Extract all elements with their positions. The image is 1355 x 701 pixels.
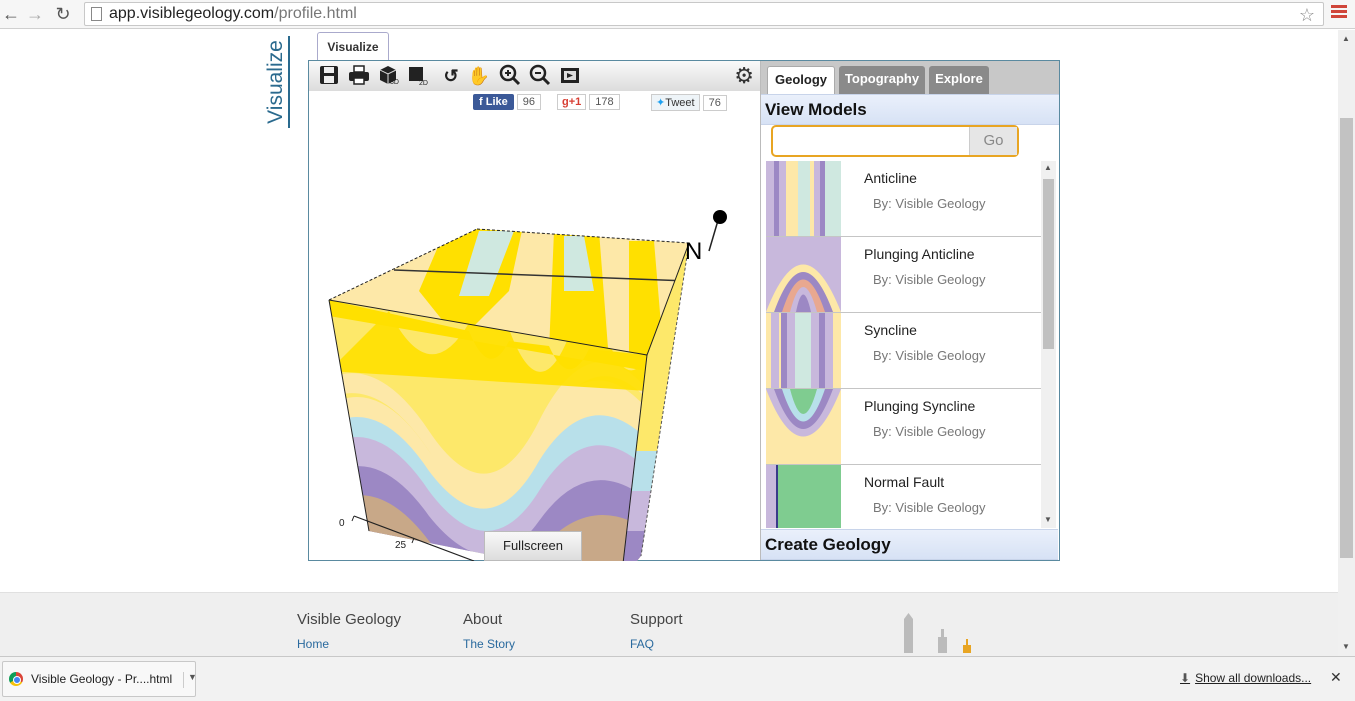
syncline-thumbnail bbox=[766, 313, 841, 388]
scale-tick-25: 25 bbox=[395, 540, 407, 551]
footer-decoration bbox=[904, 613, 971, 653]
visualize-side-tab[interactable]: Visualize bbox=[260, 36, 290, 128]
reload-icon[interactable]: ↻ bbox=[52, 3, 74, 25]
page-scrollbar-thumb[interactable] bbox=[1340, 118, 1353, 558]
plunging-anticline-thumbnail bbox=[766, 237, 841, 312]
list-item[interactable]: Plunging Syncline By: Visible Geology bbox=[766, 389, 1041, 465]
footer-heading: Visible Geology bbox=[297, 611, 401, 628]
model-author: By: Visible Geology bbox=[873, 348, 986, 363]
north-arrow-ball bbox=[713, 210, 727, 224]
3d-label: 3D bbox=[390, 79, 399, 86]
tab-explore[interactable]: Explore bbox=[929, 66, 989, 94]
model-viewer: 3D 2D ↺ ✋ ⚙ f Like96 g+1178 ✦Tweet76 bbox=[308, 60, 1060, 582]
panel-tabs: Geology Topography Explore bbox=[761, 61, 1059, 94]
footer-link-story[interactable]: The Story bbox=[463, 637, 515, 651]
rotate-icon[interactable]: ↺ bbox=[439, 64, 463, 88]
url-path: /profile.html bbox=[274, 5, 357, 22]
page-content: Visualize Visualize 3D 2D ↺ ✋ ⚙ f Like 9… bbox=[0, 30, 1338, 656]
model-search-input[interactable] bbox=[775, 129, 969, 153]
browser-menu-icon[interactable] bbox=[1331, 5, 1347, 21]
list-item[interactable]: Syncline By: Visible Geology bbox=[766, 313, 1041, 389]
model-name: Anticline bbox=[864, 170, 917, 186]
download-item[interactable]: Visible Geology - Pr....html ▼ bbox=[2, 661, 197, 697]
scale-tick-0: 0 bbox=[339, 518, 345, 529]
page-icon bbox=[91, 7, 102, 21]
model-author: By: Visible Geology bbox=[873, 196, 986, 211]
close-icon[interactable]: ✕ bbox=[1330, 669, 1342, 686]
model-author: By: Visible Geology bbox=[873, 500, 986, 515]
view-models-heading[interactable]: View Models bbox=[761, 94, 1059, 125]
page-scrollbar[interactable]: ▲ ▼ bbox=[1338, 30, 1355, 656]
chevron-down-icon[interactable]: ▼ bbox=[183, 672, 197, 688]
models-panel: Geology Topography Explore View Models G… bbox=[760, 61, 1059, 560]
scrollbar-thumb[interactable] bbox=[1043, 179, 1054, 349]
page-scroll-down-icon[interactable]: ▼ bbox=[1342, 642, 1350, 651]
model-name: Plunging Anticline bbox=[864, 246, 975, 262]
model-list-scrollbar[interactable]: ▲ ▼ bbox=[1041, 161, 1056, 528]
fullscreen-button[interactable]: Fullscreen bbox=[484, 531, 582, 561]
north-label: N bbox=[685, 238, 702, 265]
zoom-in-icon[interactable] bbox=[498, 64, 522, 88]
show-all-downloads-label: Show all downloads... bbox=[1195, 671, 1312, 685]
pan-hand-icon[interactable]: ✋ bbox=[467, 64, 491, 88]
zoom-out-icon[interactable] bbox=[528, 64, 552, 88]
normal-fault-thumbnail bbox=[766, 465, 841, 528]
chrome-icon bbox=[9, 672, 23, 686]
bookmark-star-icon[interactable]: ☆ bbox=[1299, 4, 1315, 26]
2d-view-icon[interactable]: 2D bbox=[407, 64, 431, 88]
visualize-side-tab-label: Visualize bbox=[264, 40, 287, 124]
show-all-downloads-link[interactable]: ⬇ Show all downloads... bbox=[1180, 671, 1311, 685]
model-author: By: Visible Geology bbox=[873, 424, 986, 439]
url-host: app.visiblegeology.com bbox=[109, 5, 275, 22]
browser-toolbar: ← → ↻ app.visiblegeology.com/profile.htm… bbox=[0, 0, 1355, 29]
download-file-name: Visible Geology - Pr....html bbox=[31, 672, 173, 686]
print-icon[interactable] bbox=[347, 64, 371, 88]
tab-visualize[interactable]: Visualize bbox=[317, 32, 389, 62]
list-item[interactable]: Anticline By: Visible Geology bbox=[766, 161, 1041, 237]
footer-column: About The Story bbox=[463, 611, 515, 651]
footer-column: Visible Geology Home bbox=[297, 611, 401, 651]
tab-topography[interactable]: Topography bbox=[839, 66, 925, 94]
settings-gear-icon[interactable]: ⚙ bbox=[734, 63, 754, 89]
2d-label: 2D bbox=[419, 80, 428, 86]
save-icon[interactable] bbox=[317, 64, 341, 88]
tab-geology[interactable]: Geology bbox=[767, 66, 835, 94]
create-geology-heading[interactable]: Create Geology bbox=[761, 529, 1058, 560]
footer-column: Support FAQ bbox=[630, 611, 683, 651]
forward-icon[interactable]: → bbox=[24, 3, 46, 25]
screenshot-icon[interactable] bbox=[558, 64, 582, 88]
model-name: Normal Fault bbox=[864, 474, 945, 490]
scroll-up-icon[interactable]: ▲ bbox=[1044, 163, 1052, 172]
downloads-bar: Visible Geology - Pr....html ▼ ⬇ Show all… bbox=[0, 656, 1355, 701]
model-name: Syncline bbox=[864, 322, 917, 338]
plunging-syncline-thumbnail bbox=[766, 389, 841, 464]
address-bar[interactable]: app.visiblegeology.com/profile.html ☆ bbox=[84, 2, 1324, 26]
list-item[interactable]: Plunging Anticline By: Visible Geology bbox=[766, 237, 1041, 313]
model-author: By: Visible Geology bbox=[873, 272, 986, 287]
scroll-down-icon[interactable]: ▼ bbox=[1044, 515, 1052, 524]
model-search: Go bbox=[771, 125, 1019, 157]
back-icon[interactable]: ← bbox=[0, 3, 22, 25]
model-name: Plunging Syncline bbox=[864, 398, 976, 414]
footer-link-faq[interactable]: FAQ bbox=[630, 637, 683, 651]
go-button[interactable]: Go bbox=[969, 127, 1017, 155]
viewer-toolbar: 3D 2D ↺ ✋ ⚙ bbox=[309, 61, 760, 91]
download-arrow-icon: ⬇ bbox=[1180, 671, 1191, 685]
footer-heading: Support bbox=[630, 611, 683, 628]
page-footer: Visible Geology Home About The Story Sup… bbox=[0, 592, 1338, 656]
footer-heading: About bbox=[463, 611, 503, 628]
page-scroll-up-icon[interactable]: ▲ bbox=[1342, 34, 1350, 43]
3d-block-model[interactable]: N 0 25 50 bbox=[309, 91, 760, 582]
model-list: Anticline By: Visible Geology Plunging A… bbox=[766, 161, 1041, 528]
footer-link-home[interactable]: Home bbox=[297, 637, 401, 651]
anticline-thumbnail bbox=[766, 161, 841, 236]
3d-view-icon[interactable]: 3D bbox=[377, 64, 401, 88]
list-item[interactable]: Normal Fault By: Visible Geology bbox=[766, 465, 1041, 528]
